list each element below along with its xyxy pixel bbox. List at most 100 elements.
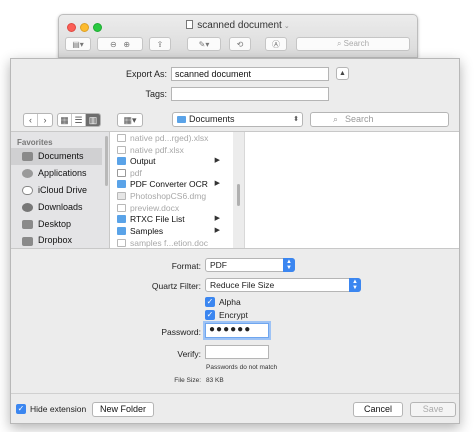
icon-view-button[interactable]: ▦ — [58, 114, 72, 126]
file-name: samples f...etion.doc — [130, 238, 208, 248]
file-list-scrollbar[interactable] — [237, 184, 240, 206]
checkmark-icon: ✓ — [16, 404, 26, 414]
file-size-label: File Size: — [174, 377, 201, 384]
sidebar-item-label: Desktop — [38, 219, 72, 229]
pen-icon: ✎▾ — [198, 39, 210, 49]
desktop-icon — [22, 220, 33, 229]
chevron-up-icon: ▲ — [339, 70, 346, 77]
hide-extension-checkbox[interactable]: ✓ Hide extension — [16, 404, 86, 414]
file-icon — [117, 204, 126, 212]
file-icon — [117, 239, 126, 247]
folder-icon — [117, 227, 126, 235]
file-name: Samples — [130, 226, 164, 236]
checkmark-icon: ✓ — [205, 297, 215, 307]
list-item[interactable]: Samples ▶ — [110, 225, 234, 237]
file-list-column: native pd...rged).xlsx native pdf.xlsx O… — [109, 132, 233, 248]
column-view-button[interactable]: ▥ — [86, 114, 100, 126]
share-button[interactable]: ⇪ — [149, 37, 171, 51]
quartz-filter-popup[interactable]: Reduce File Size ▲ ▼ — [205, 278, 361, 292]
format-label: Format: — [171, 261, 201, 271]
alpha-checkbox[interactable]: ✓ Alpha — [205, 297, 241, 307]
downloads-icon — [22, 203, 33, 212]
arrange-icon: ▦▾ — [123, 114, 137, 125]
applications-icon — [22, 169, 33, 178]
back-forward-buttons: ‹ › — [23, 113, 53, 127]
window-search-placeholder: Search — [343, 39, 370, 48]
location-popup[interactable]: Documents ⬍ — [172, 112, 303, 127]
preview-window: scanned document ⌄ ▤▾ ⊖ ⊕ ⇪ ✎▾ ⟲ Ⓐ ⌕ Sear… — [58, 14, 418, 58]
quartz-filter-label: Quartz Filter: — [151, 281, 201, 291]
window-title-text: scanned document — [197, 20, 282, 31]
password-field[interactable]: ●●●●●● — [205, 323, 269, 338]
file-name: native pdf.xlsx — [130, 145, 184, 155]
chevron-down-icon[interactable]: ⌄ — [284, 23, 290, 30]
empty-column — [245, 132, 459, 248]
folder-icon — [117, 157, 126, 165]
zoom-in-icon[interactable]: ⊕ — [123, 40, 130, 49]
password-label: Password: — [161, 327, 201, 337]
sheet-footer: ✓ Hide extension New Folder Cancel Save — [11, 393, 459, 423]
checkmark-icon: ✓ — [205, 310, 215, 320]
document-icon — [186, 20, 194, 29]
sidebar-icon: ▤▾ — [72, 39, 84, 49]
folder-icon — [117, 215, 126, 223]
file-name: Output — [130, 156, 156, 166]
sidebar: Favorites Documents Applications iCloud … — [11, 132, 109, 248]
popup-arrows-icon: ▲ ▼ — [349, 278, 361, 292]
location-value: Documents — [189, 114, 235, 124]
back-button[interactable]: ‹ — [24, 114, 38, 126]
folder-icon — [177, 116, 186, 123]
sidebar-toggle-button[interactable]: ▤▾ — [65, 37, 91, 51]
format-popup[interactable]: PDF ▲ ▼ — [205, 258, 295, 272]
folder-icon — [117, 180, 126, 188]
sidebar-item-label: Applications — [38, 168, 87, 178]
verify-field[interactable] — [205, 345, 269, 359]
arrange-button[interactable]: ▦▾ — [117, 113, 143, 127]
forward-button[interactable]: › — [38, 114, 52, 126]
tags-input[interactable] — [171, 87, 329, 101]
list-item[interactable]: RTXC File List ▶ — [110, 213, 234, 225]
list-view-button[interactable]: ☰ — [72, 114, 86, 126]
sidebar-scrollbar[interactable] — [105, 136, 108, 186]
zoom-out-icon[interactable]: ⊖ — [110, 40, 117, 49]
cancel-button[interactable]: Cancel — [353, 402, 403, 417]
sidebar-item-documents[interactable]: Documents — [11, 148, 102, 165]
export-as-label: Export As: — [125, 69, 167, 79]
disclosure-arrow-icon: ▶ — [214, 157, 220, 164]
export-as-input[interactable]: scanned document — [171, 67, 329, 81]
list-item[interactable]: Output ▶ — [110, 155, 234, 167]
rotate-icon: ⟲ — [236, 39, 244, 49]
file-browser: Favorites Documents Applications iCloud … — [11, 131, 459, 249]
view-mode-buttons: ▦ ☰ ▥ — [57, 113, 101, 127]
sidebar-item-downloads[interactable]: Downloads — [11, 199, 102, 216]
file-name: preview.docx — [130, 203, 180, 213]
annotate-button[interactable]: Ⓐ — [265, 37, 287, 51]
sidebar-item-icloud-drive[interactable]: iCloud Drive — [11, 182, 102, 199]
list-item: PhotoshopCS6.dmg — [110, 190, 234, 202]
share-icon: ⇪ — [156, 39, 164, 49]
sidebar-item-desktop[interactable]: Desktop — [11, 216, 102, 233]
disk-image-icon — [117, 192, 126, 200]
expand-collapse-button[interactable]: ▲ — [336, 67, 349, 80]
list-item[interactable]: PDF Converter OCR ▶ — [110, 178, 234, 190]
new-folder-button[interactable]: New Folder — [92, 402, 154, 417]
save-button[interactable]: Save — [410, 402, 456, 417]
window-search-field[interactable]: ⌕ Search — [296, 37, 410, 51]
markup-button[interactable]: ✎▾ — [187, 37, 221, 51]
browser-search-field[interactable]: ⌕ Search — [310, 112, 449, 127]
sidebar-item-applications[interactable]: Applications — [11, 165, 102, 182]
sidebar-item-label: Documents — [38, 151, 84, 161]
browser-search-placeholder: Search — [345, 114, 374, 124]
alias-icon — [117, 169, 126, 177]
disclosure-arrow-icon: ▶ — [214, 227, 220, 234]
file-name: pdf — [130, 168, 142, 178]
zoom-buttons[interactable]: ⊖ ⊕ — [97, 37, 143, 51]
sidebar-item-label: iCloud Drive — [38, 185, 88, 195]
export-sheet: Export As: scanned document ▲ Tags: ‹ › … — [10, 58, 460, 424]
file-size-value: 83 KB — [206, 377, 224, 384]
list-item: samples f...etion.doc — [110, 237, 234, 248]
encrypt-checkbox[interactable]: ✓ Encrypt — [205, 310, 248, 320]
sidebar-item-dropbox[interactable]: Dropbox — [11, 233, 102, 248]
format-value: PDF — [210, 260, 227, 270]
rotate-button[interactable]: ⟲ — [229, 37, 251, 51]
